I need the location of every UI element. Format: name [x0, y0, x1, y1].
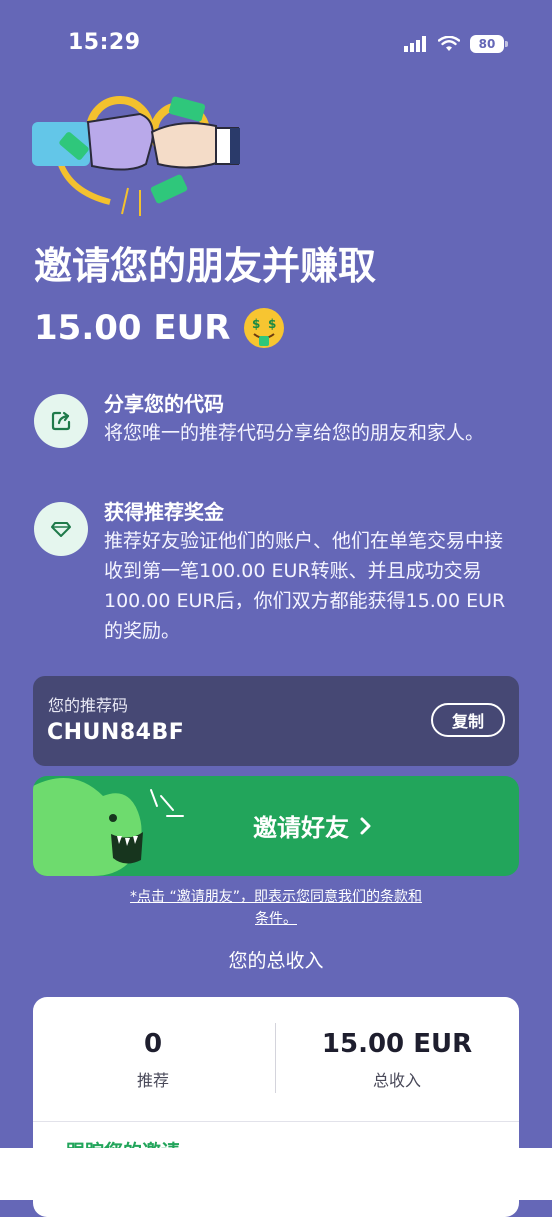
chevron-right-icon — [360, 817, 371, 834]
step-icon-wrap — [34, 502, 88, 556]
invite-button-content: 邀请好友 — [253, 808, 373, 843]
status-icons: 80 — [404, 33, 508, 55]
referral-code-value: CHUN84BF — [47, 720, 185, 745]
total-earnings-value: 15.00 EUR — [321, 1029, 473, 1059]
step-description: 将您唯一的推荐代码分享给您的朋友和家人。 — [104, 422, 485, 444]
step-description: 推荐好友验证他们的账户、他们在单笔交易中接收到第一笔100.00 EUR转账、并… — [104, 530, 506, 642]
battery-level: 80 — [478, 37, 496, 51]
bottom-cutoff — [0, 1148, 552, 1200]
svg-text:$: $ — [268, 317, 276, 331]
referral-code-card: 您的推荐码 CHUN84BF 复制 — [33, 676, 519, 766]
step-title: 分享您的代码 — [104, 392, 224, 416]
mascot-illustration — [33, 778, 184, 876]
reward-amount: 15.00 EUR — [34, 308, 231, 348]
diamond-icon — [51, 522, 71, 537]
referrals-label: 推荐 — [136, 1071, 169, 1090]
terms-text: *点击 “邀请朋友”，即表示您同意我们的条款和条件。 — [130, 889, 422, 927]
invite-friends-button[interactable]: 邀请好友 — [33, 776, 519, 876]
referrals-count: 0 — [143, 1029, 163, 1059]
total-earnings-stat: 15.00 EUR 总收入 — [277, 1029, 517, 1091]
terms-link[interactable]: *点击 “邀请朋友”，即表示您同意我们的条款和条件。 — [0, 886, 552, 930]
stat-divider — [275, 1023, 276, 1093]
cellular-signal-icon — [404, 36, 426, 52]
svg-text:$: $ — [252, 317, 260, 331]
status-time: 15:29 — [68, 30, 141, 55]
step-icon-wrap — [34, 394, 88, 448]
referral-code-label: 您的推荐码 — [48, 696, 129, 715]
copy-button[interactable]: 复制 — [431, 703, 505, 737]
page-title: 邀请您的朋友并赚取 — [34, 244, 377, 288]
invite-button-label: 邀请好友 — [253, 814, 349, 842]
fist-bump-illustration — [32, 96, 240, 216]
wifi-icon — [438, 36, 460, 51]
step-referral-bonus: 获得推荐奖金 推荐好友验证他们的账户、他们在单笔交易中接收到第一笔100.00 … — [34, 498, 524, 648]
reward-amount-row: 15.00 EUR $ $ — [34, 302, 286, 354]
battery-icon: 80 — [470, 35, 508, 53]
share-icon — [51, 411, 71, 431]
referrals-stat: 0 推荐 — [33, 1029, 273, 1091]
step-share-code: 分享您的代码 将您唯一的推荐代码分享给您的朋友和家人。 — [34, 390, 524, 480]
step-title: 获得推荐奖金 — [104, 500, 224, 524]
status-bar: 15:29 80 — [0, 0, 552, 90]
card-separator — [33, 1121, 519, 1122]
earnings-heading: 您的总收入 — [228, 950, 324, 972]
money-mouth-face-icon: $ $ — [244, 308, 285, 348]
total-earnings-label: 总收入 — [372, 1071, 421, 1090]
